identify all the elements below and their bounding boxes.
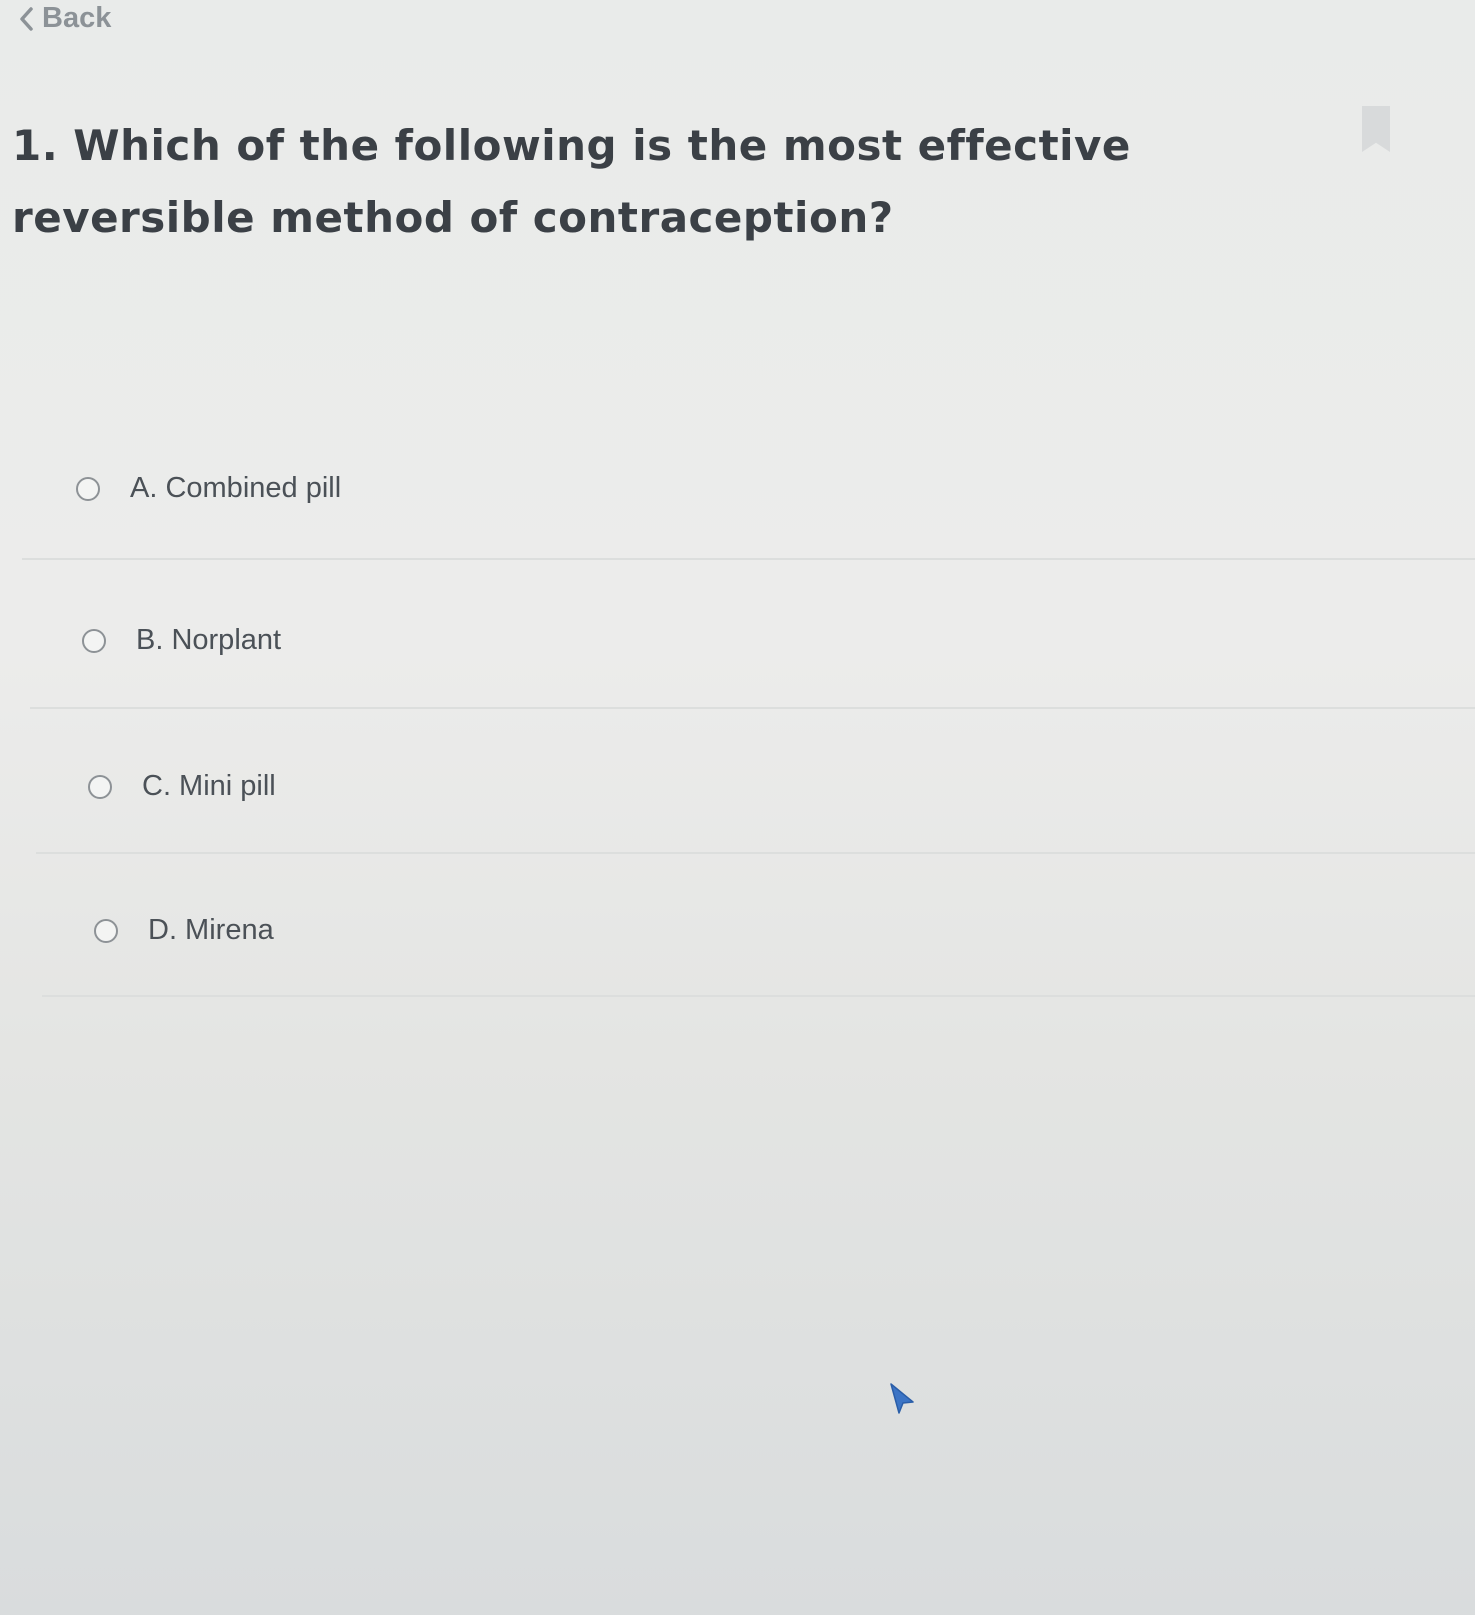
option-b-label: B. Norplant [136, 624, 282, 656]
option-a-label: A. Combined pill [130, 472, 342, 504]
option-b[interactable]: B. Norplant [82, 624, 281, 657]
bookmark-icon[interactable] [1362, 106, 1390, 152]
chevron-left-icon [18, 6, 34, 32]
back-button[interactable]: Back [18, 2, 111, 35]
option-d[interactable]: D. Mirena [94, 914, 274, 947]
option-c-radio[interactable] [88, 774, 112, 799]
option-a-radio[interactable] [76, 476, 100, 501]
option-c-label: C. Mini pill [142, 770, 276, 802]
option-divider [30, 707, 1475, 709]
option-divider [36, 852, 1475, 854]
option-c[interactable]: C. Mini pill [88, 770, 276, 803]
back-label: Back [42, 2, 112, 34]
option-d-label: D. Mirena [148, 914, 274, 946]
question-text: 1. Which of the following is the most ef… [12, 121, 1131, 242]
option-b-radio[interactable] [82, 628, 106, 653]
option-a[interactable]: A. Combined pill [76, 472, 341, 505]
option-divider [22, 558, 1475, 560]
option-d-radio[interactable] [94, 918, 118, 943]
option-divider [42, 995, 1475, 997]
mouse-cursor-icon [889, 1382, 915, 1421]
